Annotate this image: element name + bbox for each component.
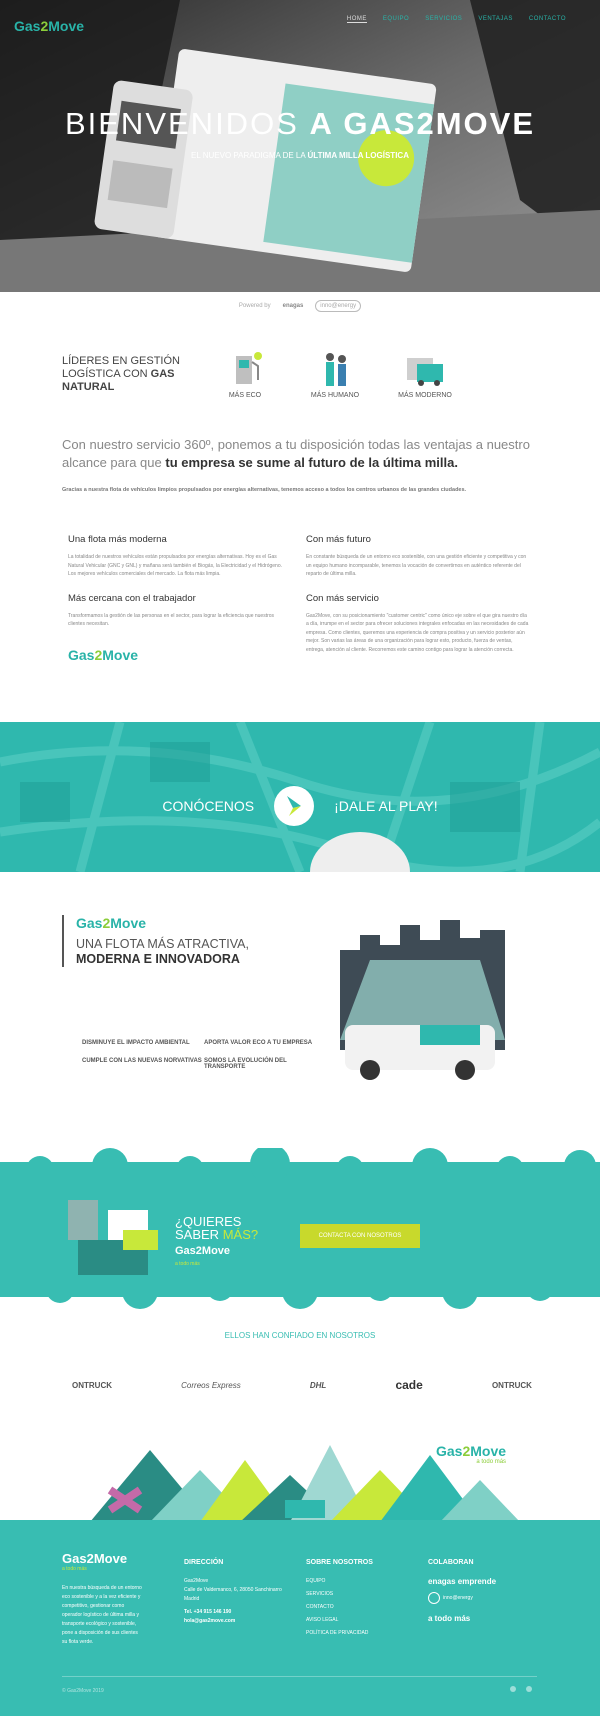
footer-link[interactable]: CONTACTO [306, 1603, 406, 1612]
feature-title: Con más servicio [306, 592, 379, 604]
cta-logo: Gas2Move [175, 1245, 231, 1257]
benefits-list: DISMINUYE EL IMPACTO AMBIENTAL APORTA VA… [82, 1040, 324, 1070]
nav-equipo[interactable]: EQUIPO [383, 16, 409, 23]
footer-top-logo: Gas2Move a todo más [436, 1443, 507, 1465]
nav-servicios[interactable]: SERVICIOS [425, 16, 462, 23]
pillar-moderno: MÁS MODERNO [395, 350, 455, 399]
play-button[interactable] [274, 786, 315, 826]
benefit-item: CUMPLE CON LAS NUEVAS NORVATIVAS [82, 1058, 202, 1064]
footer: Gas2Move a todo más En nuestra búsqueda … [0, 1520, 600, 1716]
intro-note: Gracias a nuestra flota de vehículos lim… [62, 487, 467, 493]
footer-direccion: DIRECCIÓN Gas2Move Calle de Valdemanco, … [184, 1558, 294, 1626]
mountains-illustration [90, 1445, 520, 1522]
feature-text: La totalidad de nuestros vehículos están… [68, 554, 282, 577]
video-right-label: ¡DALE AL PLAY! [334, 798, 438, 814]
nav-ventajas[interactable]: VENTAJAS [478, 16, 513, 23]
footer-link[interactable]: POLÍTICA DE PRIVACIDAD [306, 1629, 406, 1638]
main-nav: HOME EQUIPO SERVICIOS VENTAJAS CONTACTO [346, 16, 566, 23]
trusted-title: ELLOS HAN CONFIADO EN NOSOTROS [224, 1331, 376, 1340]
hero-truck-image [0, 0, 600, 292]
nav-contacto[interactable]: CONTACTO [529, 16, 566, 23]
fleet-logo: Gas2Move [76, 915, 147, 931]
client-logo: ONTRUCK [72, 1380, 112, 1390]
features-right: Con más futuro En constante búsqueda de … [306, 534, 531, 668]
features-logo: Gas2Move [68, 646, 139, 663]
gas-pump-icon [236, 352, 262, 384]
enagas-logo: enagas [282, 303, 304, 309]
feature-text: Transformamos la gestión de las personas… [68, 612, 275, 628]
hero-banner: Gas2Move HOME EQUIPO SERVICIOS VENTAJAS … [0, 0, 600, 292]
logo-text: Gas2Move [14, 18, 85, 34]
innoenergy-logo: inno@energy [428, 1592, 528, 1604]
city-illustration [68, 1200, 158, 1275]
benefit-item: SOMOS LA EVOLUCIÓN DEL TRANSPORTE [204, 1058, 287, 1070]
copyright: © Gas2Move 2019 [62, 1688, 104, 1694]
benefit-item: APORTA VALOR ECO A TU EMPRESA [204, 1040, 313, 1046]
linkedin-icon[interactable] [526, 1686, 532, 1692]
footer-link[interactable]: AVISO LEGAL [306, 1616, 406, 1625]
footer-about: Gas2Move a todo más En nuestra búsqueda … [62, 1551, 144, 1647]
pillars: MÁS ECO MÁS HUMANO MÁS MODERNO [215, 350, 455, 399]
footer-sobre: SOBRE NOSOTROS EQUIPO SERVICIOS CONTACTO… [306, 1558, 406, 1638]
footer-link[interactable]: EQUIPO [306, 1577, 406, 1586]
client-logo: DHL [309, 1380, 327, 1390]
site-logo[interactable]: Gas2Move [14, 18, 84, 36]
client-logo: Correos Express [181, 1380, 241, 1390]
footer-link[interactable]: SERVICIOS [306, 1590, 406, 1599]
pillar-humano: MÁS HUMANO [305, 350, 365, 399]
pillar-eco: MÁS ECO [215, 350, 275, 399]
powered-by: Powered by enagas inno@energy [0, 300, 600, 312]
van-icon [407, 358, 443, 386]
feature-text: En constante búsqueda de un entorno eco … [306, 554, 527, 577]
footer-logo: Gas2Move [62, 1551, 128, 1566]
client-logo: ONTRUCK [491, 1380, 532, 1390]
video-cta: CONÓCENOS ¡DALE AL PLAY! [0, 786, 600, 826]
cta-question: ¿QUIERES SABER MÁS? Gas2Move a todo más [175, 1215, 258, 1271]
social-links [510, 1686, 532, 1692]
feature-text: Gas2Move, con su posicionamiento "custom… [306, 612, 529, 653]
clients-logos: ONTRUCK Correos Express DHL cade ONTRUCK [72, 1378, 532, 1392]
feature-title: Más cercana con el trabajador [68, 592, 196, 604]
atodomas-logo: a todo más [428, 1614, 471, 1623]
features-left: Una flota más moderna La totalidad de nu… [68, 534, 288, 663]
leaders-heading: LÍDERES EN GESTIÓN LOGÍSTICA CON GAS NAT… [62, 355, 180, 393]
feature-title: Con más futuro [306, 534, 371, 545]
cloud-edge-top [26, 1148, 596, 1178]
people-icon [326, 353, 346, 386]
powered-label: Powered by [238, 303, 271, 309]
van-illustration [340, 920, 505, 1080]
video-left-label: CONÓCENOS [162, 798, 255, 814]
innoenergy-logo: inno@energy [315, 300, 362, 312]
contact-button[interactable]: CONTACTA CON NOSOTROS [300, 1224, 420, 1248]
benefit-item: DISMINUYE EL IMPACTO AMBIENTAL [82, 1040, 190, 1046]
nav-home[interactable]: HOME [346, 16, 367, 23]
client-logo: cade [395, 1378, 423, 1392]
feature-title: Una flota más moderna [68, 534, 167, 545]
footer-email[interactable]: hola@gas2move.com [184, 1617, 294, 1626]
footer-colaboran: COLABORAN enagas emprende inno@energy a … [428, 1558, 528, 1623]
fleet-section: Gas2Move UNA FLOTA MÁS ATRACTIVA, MODERN… [62, 915, 249, 967]
facebook-icon[interactable] [510, 1686, 516, 1692]
play-icon [287, 796, 302, 816]
footer-divider [62, 1676, 537, 1677]
cta-tagline: a todo más [175, 1261, 200, 1267]
enagas-emprende-logo: enagas emprende [428, 1577, 497, 1586]
hero-title: BIENVENIDOS A GAS2MOVE [64, 106, 536, 141]
fleet-title: UNA FLOTA MÁS ATRACTIVA, MODERNA E INNOV… [76, 937, 249, 966]
intro-text: Con nuestro servicio 360º, ponemos a tu … [62, 437, 530, 470]
cloud-edge-bottom [46, 1283, 554, 1309]
hero-subtitle: EL NUEVO PARADIGMA DE LA ÚLTIMA MILLA LO… [191, 151, 409, 160]
